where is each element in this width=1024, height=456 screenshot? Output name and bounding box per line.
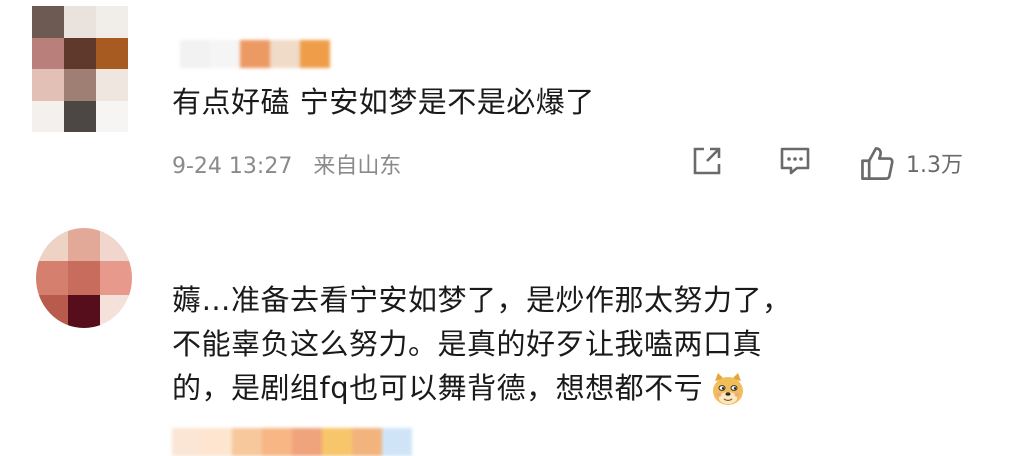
share-button[interactable] <box>690 144 724 182</box>
comment-actions: 1.3万 <box>690 144 963 182</box>
username-mosaic-block <box>300 40 330 68</box>
username-mosaic-block <box>322 428 352 456</box>
username-mosaic-block <box>180 40 210 68</box>
doge-emoji-icon <box>713 373 744 405</box>
avatar-pixel <box>68 261 100 295</box>
avatar-pixel <box>96 37 128 69</box>
avatar[interactable] <box>32 6 128 132</box>
username[interactable] <box>180 40 330 68</box>
avatar-pixel <box>64 100 96 132</box>
comment-text: 薅…准备去看宁安如梦了，是炒作那太努力了， 不能辜负这么努力。是真的好歹让我嗑两… <box>172 278 792 410</box>
username-mosaic-block <box>202 428 232 456</box>
reply-button[interactable] <box>778 144 812 182</box>
avatar-pixel <box>96 100 128 132</box>
username-mosaic-block <box>232 428 262 456</box>
username-mosaic-block <box>352 428 382 456</box>
comment-icon <box>780 147 810 175</box>
avatar-pixel <box>32 6 64 38</box>
avatar-pixel <box>32 100 64 132</box>
comment-text-line: 有点好磕 宁安如梦是不是必爆了 <box>172 85 595 119</box>
avatar-pixel <box>36 261 68 295</box>
avatar-pixel <box>100 294 132 328</box>
avatar-pixel <box>64 6 96 38</box>
comment-text-line: 的，是剧组fq也可以舞背德，想想都不亏 <box>172 366 792 410</box>
username[interactable] <box>172 428 412 456</box>
comment-text-line: 不能辜负这么努力。是真的好歹让我嗑两口真 <box>172 327 763 361</box>
username-mosaic-block <box>172 428 202 456</box>
avatar[interactable] <box>36 228 132 328</box>
avatar-pixel <box>68 228 100 262</box>
avatar-pixel <box>32 69 64 101</box>
avatar-pixel <box>100 261 132 295</box>
comment-date: 9-24 13:27 <box>172 154 293 179</box>
comment-location: 来自山东 <box>313 154 402 179</box>
username-mosaic-block <box>270 40 300 68</box>
like-count: 1.3万 <box>906 153 963 178</box>
avatar-pixel <box>32 37 64 69</box>
comment-item-1: 有点好磕 宁安如梦是不是必爆了 9-24 13:27 来自山东 1.3万 <box>0 0 1024 200</box>
avatar-pixel <box>96 6 128 38</box>
username-mosaic-block <box>382 428 412 456</box>
avatar-pixel <box>96 69 128 101</box>
username-mosaic-block <box>210 40 240 68</box>
comment-meta: 9-24 13:27 来自山东 <box>172 148 401 180</box>
comment-item-2: 薅…准备去看宁安如梦了，是炒作那太努力了， 不能辜负这么努力。是真的好歹让我嗑两… <box>0 200 1024 456</box>
like-button[interactable]: 1.3万 <box>858 144 963 182</box>
username-mosaic-block <box>292 428 322 456</box>
like-icon <box>861 147 894 180</box>
avatar-pixel <box>64 69 96 101</box>
avatar-pixel <box>68 294 100 328</box>
username-mosaic-block <box>262 428 292 456</box>
username-mosaic-block <box>240 40 270 68</box>
comment-text: 有点好磕 宁安如梦是不是必爆了 <box>172 80 595 124</box>
avatar-pixel <box>100 228 132 262</box>
avatar-pixel <box>64 37 96 69</box>
avatar-pixel <box>36 228 68 262</box>
comment-text-fragment: 的，是剧组fq也可以舞背德，想想都不亏 <box>172 371 704 405</box>
avatar-pixel <box>36 294 68 328</box>
comment-text-line: 薅…准备去看宁安如梦了，是炒作那太努力了， <box>172 283 792 317</box>
share-icon <box>693 147 721 175</box>
